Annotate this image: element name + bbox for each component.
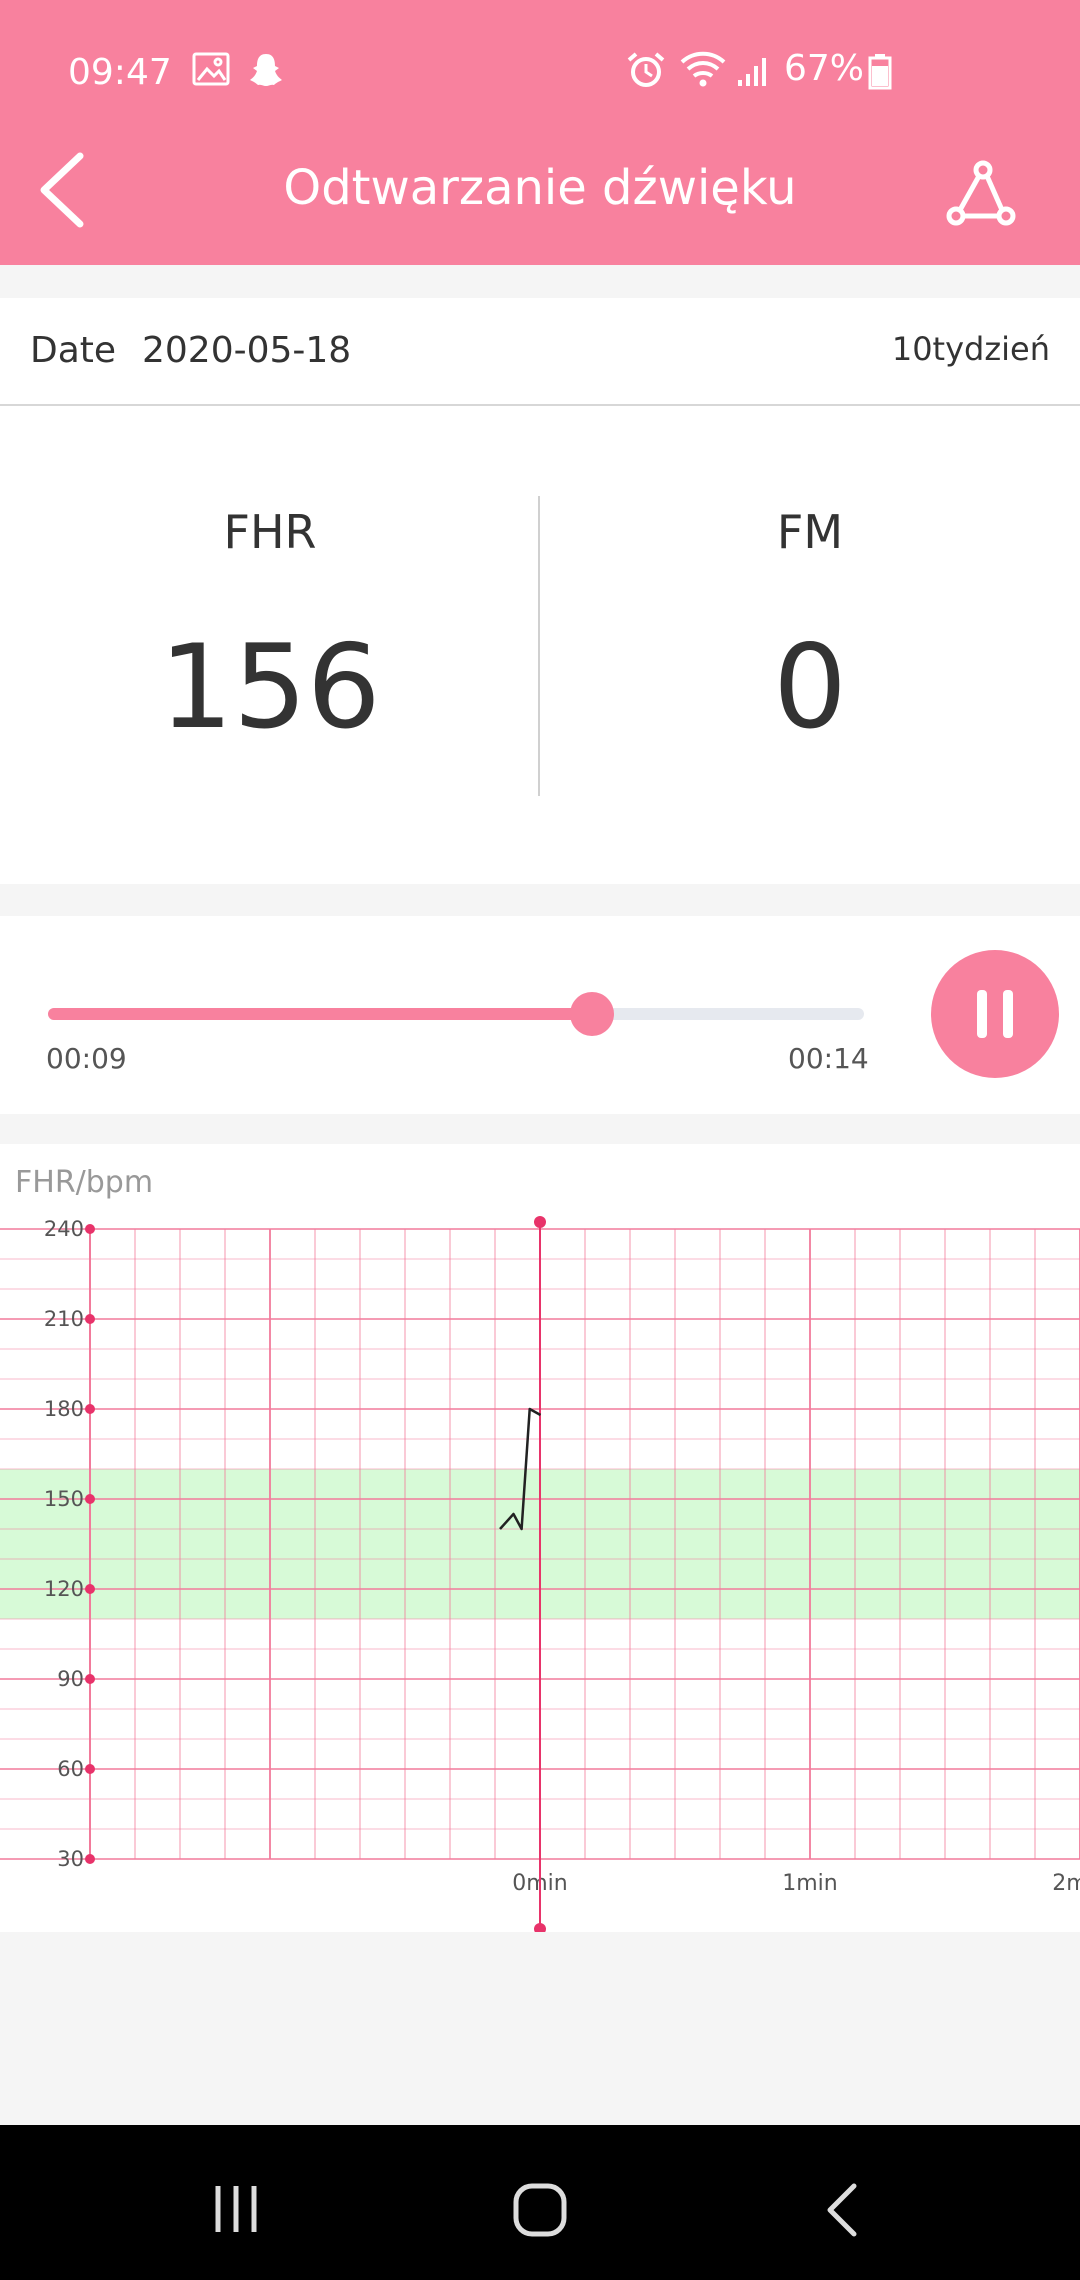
total-time: 00:14 [788,1042,869,1075]
fhr-chart: 2402101801501209060300min1min2min [0,1216,1080,1932]
back-icon[interactable] [822,2182,862,2242]
image-icon [192,52,230,90]
y-tick-label: 90 [57,1667,84,1691]
y-tick-dot [85,1854,95,1864]
fm-value: 0 [773,620,847,755]
y-tick-label: 180 [44,1397,84,1421]
page-title: Odtwarzanie dźwięku [283,160,797,216]
fhr-label: FHR [223,505,317,559]
battery-icon [868,54,892,94]
x-tick-label: 1min [782,1871,837,1896]
fm-label: FM [776,505,844,559]
y-tick-label: 120 [44,1577,84,1601]
y-tick-dot [85,1224,95,1234]
fhr-value: 156 [159,620,381,755]
y-tick-dot [85,1494,95,1504]
playhead-bottom-dot [534,1923,546,1932]
y-tick-dot [85,1764,95,1774]
date-label: Date [30,330,117,371]
y-tick-label: 240 [44,1217,84,1241]
pause-button[interactable] [931,950,1059,1078]
wifi-icon [678,48,728,94]
y-tick-label: 60 [57,1757,84,1781]
metrics-divider [538,496,540,796]
alarm-icon [624,50,668,94]
y-tick-dot [85,1314,95,1324]
y-tick-label: 30 [57,1847,84,1871]
status-time: 09:47 [68,52,172,93]
date-value: 2020-05-18 [142,330,352,371]
signal-icon [736,52,774,92]
seek-bar-thumb[interactable] [570,992,615,1036]
y-tick-label: 150 [44,1487,84,1511]
x-tick-label: 2min [1052,1871,1080,1896]
seek-bar-progress [48,1008,593,1020]
battery-percent: 67% [784,48,865,89]
recent-apps-icon[interactable] [212,2184,262,2238]
home-icon[interactable] [512,2182,568,2242]
y-tick-dot [85,1404,95,1414]
snapchat-icon [246,50,286,94]
app-header [0,0,1080,265]
pause-icon [975,990,1015,1042]
playhead-top-dot [534,1216,546,1228]
y-tick-dot [85,1674,95,1684]
share-icon[interactable] [946,160,1016,234]
y-tick-label: 210 [44,1307,84,1331]
pregnancy-week: 10tydzień [891,330,1050,368]
y-tick-dot [85,1584,95,1594]
current-time: 00:09 [46,1042,127,1075]
